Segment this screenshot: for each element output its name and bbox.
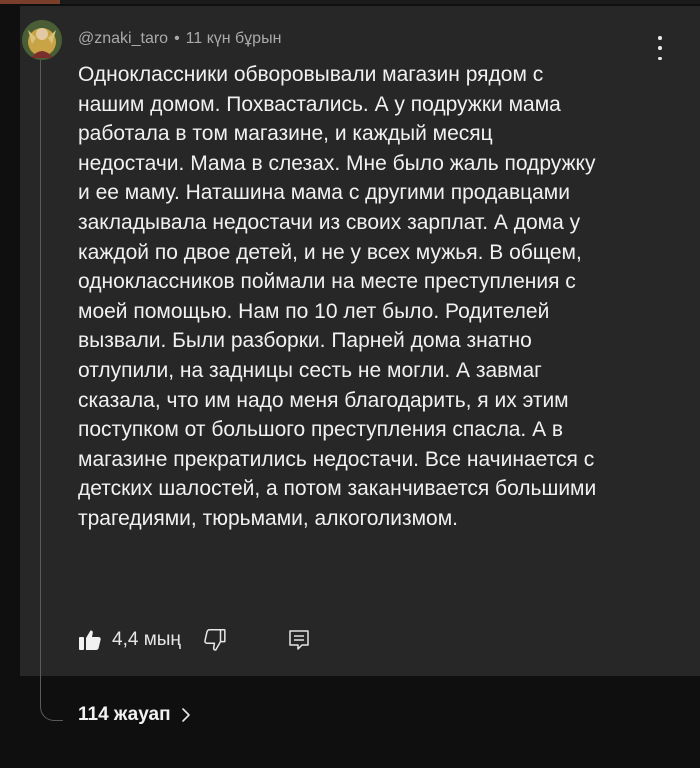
chevron-right-icon [181,708,190,722]
replies-count-label: 114 жауап [78,704,171,725]
top-divider-accent [0,0,60,4]
avatar[interactable] [22,20,62,60]
comment-header: @znaki_taro • 11 күн бұрын [78,30,281,48]
like-button[interactable]: 4,4 мың [78,628,181,652]
comment-actions: 4,4 мың [78,626,311,654]
reply-comment-icon[interactable] [287,628,311,652]
view-replies-button[interactable]: 114 жауап [78,704,193,726]
thumbs-down-icon[interactable] [201,627,227,653]
like-count: 4,4 мың [112,629,181,650]
avatar-image [22,20,62,60]
kebab-dot [658,36,662,40]
top-divider [0,0,700,4]
comment-body: Одноклассники обворовывали магазин рядом… [78,63,597,530]
author-handle[interactable]: @znaki_taro [78,30,168,47]
meta-separator: • [174,30,180,47]
comment-timestamp: 11 күн бұрын [185,30,282,47]
kebab-dot [658,46,662,50]
thumbs-up-icon [79,630,101,650]
kebab-menu-icon[interactable] [650,36,670,60]
thread-connector-line [40,60,63,721]
